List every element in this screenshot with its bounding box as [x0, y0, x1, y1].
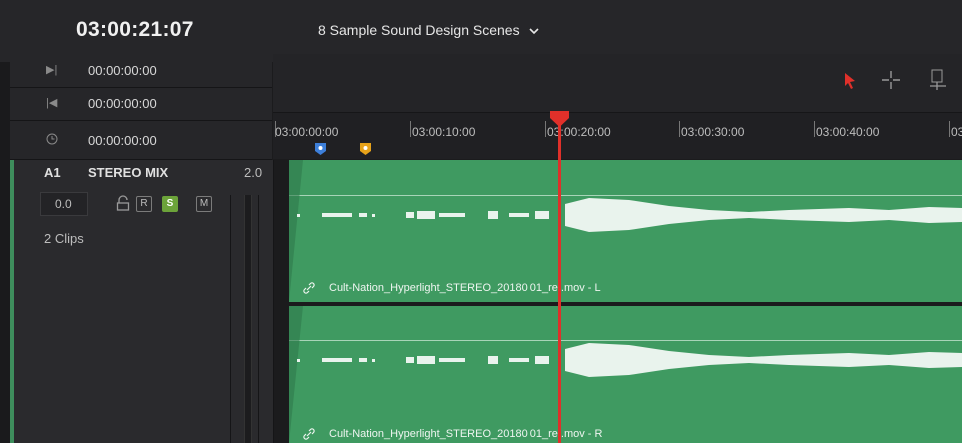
selection-arrow-icon[interactable] — [843, 72, 857, 90]
timeline-ruler[interactable]: 03:00:00:00 03:00:10:00 03: 00:20:00 03:… — [273, 113, 962, 159]
timeline-name: 8 Sample Sound Design Scenes — [318, 22, 520, 38]
audio-clip-left[interactable]: Cult-Nation_Hyperlight_STEREO_20180 01_re… — [289, 160, 962, 302]
clip-label: Cult-Nation_Hyperlight_STEREO_20180 01_re… — [329, 428, 603, 440]
link-icon — [303, 282, 315, 294]
playhead-handle-icon[interactable] — [550, 111, 569, 127]
ruler-label: 03:00:10:00 — [412, 125, 476, 139]
crosshair-icon[interactable] — [881, 70, 901, 90]
ruler-label: 03: — [951, 125, 962, 139]
meter-divider — [258, 195, 259, 443]
clock-icon — [46, 133, 58, 145]
in-point-icon: ▶| — [46, 64, 58, 76]
in-point-timecode[interactable]: 00:00:00:00 — [88, 63, 157, 78]
audio-meter — [244, 195, 252, 443]
chevron-down-icon — [529, 28, 539, 35]
ruler-label: 03: — [547, 125, 564, 139]
left-edge-strip — [0, 0, 10, 443]
edit-toolbar — [273, 54, 962, 113]
mute-button[interactable]: M — [196, 196, 212, 212]
track-volume-value: 0.0 — [55, 197, 72, 211]
record-button[interactable]: R — [136, 196, 152, 212]
duration-timecode[interactable]: 00:00:00:00 — [88, 133, 157, 148]
ruler-label: 03:00:30:00 — [681, 125, 745, 139]
audio-clip-right[interactable]: Cult-Nation_Hyperlight_STEREO_20180 01_re… — [289, 306, 962, 443]
blue-marker-icon[interactable] — [315, 143, 326, 155]
ruler-label: 03:00:40:00 — [816, 125, 880, 139]
timeline-selector[interactable]: 8 Sample Sound Design Scenes — [318, 22, 539, 40]
yellow-marker-icon[interactable] — [360, 143, 371, 155]
meter-divider — [230, 195, 231, 443]
track-name[interactable]: STEREO MIX — [88, 165, 168, 180]
out-point-row: |◀ 00:00:00:00 — [10, 88, 272, 121]
duration-row: 00:00:00:00 — [10, 121, 272, 160]
in-point-row: ▶| 00:00:00:00 — [10, 55, 272, 88]
out-point-icon: |◀ — [46, 97, 58, 109]
link-icon — [303, 428, 315, 440]
current-timecode[interactable]: 03:00:21:07 — [76, 18, 194, 42]
ruler-label: 03:00:00:00 — [275, 125, 339, 139]
track-format: 2.0 — [244, 165, 263, 180]
playhead[interactable] — [558, 113, 561, 443]
waveform-left — [289, 160, 962, 302]
waveform-right — [289, 306, 962, 443]
solo-button[interactable]: S — [162, 196, 178, 212]
blade-icon[interactable] — [926, 68, 952, 92]
track-color-bar — [10, 160, 14, 443]
track-id: A1 — [44, 165, 61, 180]
clip-count: 2 Clips — [44, 231, 84, 246]
out-point-timecode[interactable]: 00:00:00:00 — [88, 96, 157, 111]
ruler-label: 00:20:00 — [564, 125, 611, 139]
lock-icon[interactable] — [116, 195, 130, 211]
track-volume-field[interactable]: 0.0 — [40, 192, 88, 216]
